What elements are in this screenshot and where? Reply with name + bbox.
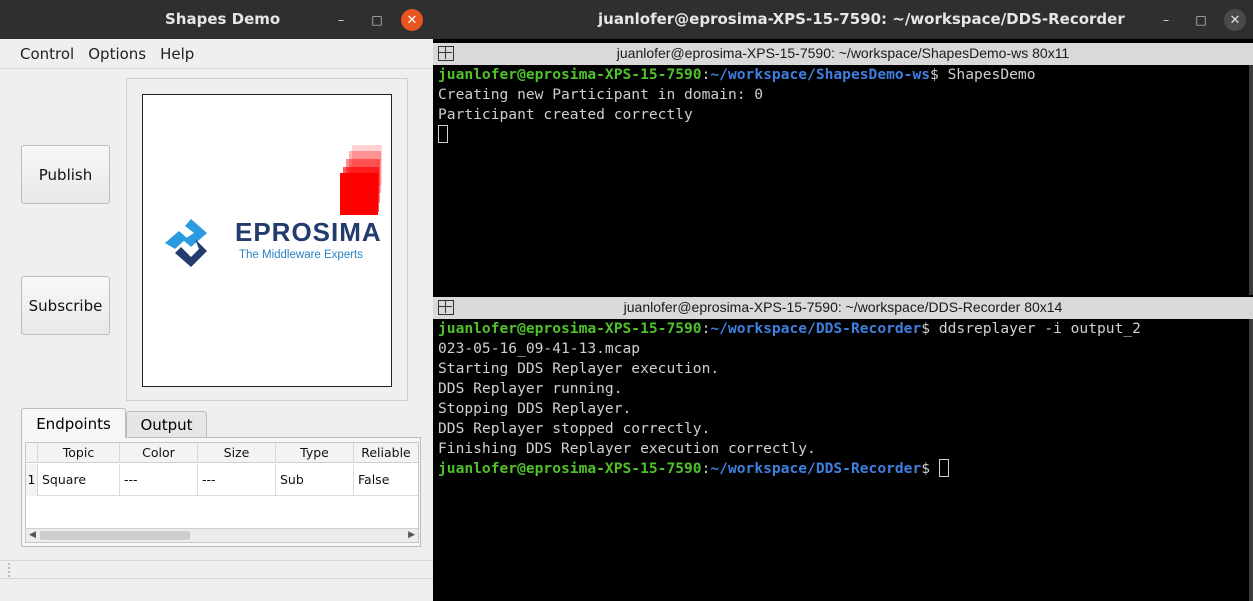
square-shape [340, 173, 378, 215]
bottom-terminal-pane[interactable]: juanlofer@eprosima-XPS-15-7590:~/workspa… [433, 319, 1249, 601]
terminal-line [438, 125, 1249, 145]
terminal-line: Creating new Participant in domain: 0 [438, 86, 764, 103]
terminal-titlebar[interactable]: juanlofer@eprosima-XPS-15-7590: ~/worksp… [433, 0, 1253, 39]
cell-type: Sub [276, 464, 354, 496]
prompt-path: ~/workspace/DDS-Recorder [710, 460, 922, 477]
cell-topic: Square [38, 464, 120, 496]
bottom-pane-title: juanlofer@eprosima-XPS-15-7590: ~/worksp… [623, 299, 1063, 315]
scrollbar-thumb[interactable] [40, 531, 190, 540]
scroll-right-icon[interactable]: ▶ [408, 529, 415, 542]
command-text: ddsreplayer -i output_2 [938, 320, 1141, 337]
column-header-size[interactable]: Size [198, 443, 276, 463]
canvas-frame: EPROSIMA The Middleware Experts [126, 78, 408, 401]
column-header-color[interactable]: Color [120, 443, 198, 463]
row-number: 1 [26, 464, 38, 496]
top-terminal-pane[interactable]: juanlofer@eprosima-XPS-15-7590:~/workspa… [433, 65, 1249, 295]
terminal-minimize-button[interactable]: – [1155, 9, 1177, 31]
logo-wordmark: EPROSIMA [235, 217, 382, 247]
corner-cell [26, 443, 38, 463]
terminal-line: DDS Replayer stopped correctly. [438, 420, 711, 437]
status-bar-bottom [0, 578, 433, 601]
top-pane-scrollbar[interactable] [1249, 65, 1253, 295]
column-header-topic[interactable]: Topic [38, 443, 120, 463]
terminal-maximize-button[interactable]: □ [1190, 9, 1212, 31]
eprosima-logo: EPROSIMA The Middleware Experts [161, 215, 391, 275]
terminal-window-title: juanlofer@eprosima-XPS-15-7590: ~/worksp… [598, 10, 1125, 28]
terminal-line: Participant created correctly [438, 106, 693, 123]
endpoints-panel: Topic Color Size Type Reliable 1 Square … [21, 437, 421, 547]
status-bar [0, 560, 433, 578]
table-header: Topic Color Size Type Reliable [26, 443, 418, 463]
terminal-line: juanlofer@eprosima-XPS-15-7590:~/workspa… [438, 66, 1036, 83]
bottom-pane-header[interactable]: juanlofer@eprosima-XPS-15-7590: ~/worksp… [433, 297, 1253, 319]
terminal-close-button[interactable]: ✕ [1224, 9, 1246, 31]
horizontal-scrollbar[interactable]: ◀ ▶ [26, 528, 418, 542]
table-row[interactable]: 1 Square --- --- Sub False [26, 464, 418, 496]
terminal-line: juanlofer@eprosima-XPS-15-7590:~/workspa… [438, 320, 1141, 337]
terminal-cursor [438, 125, 448, 143]
column-header-reliable[interactable]: Reliable [354, 443, 418, 463]
subscribe-button[interactable]: Subscribe [21, 276, 110, 335]
window-title: Shapes Demo [165, 10, 281, 28]
terminal-line: DDS Replayer running. [438, 380, 623, 397]
prompt-user: juanlofer@eprosima-XPS-15-7590 [438, 460, 702, 477]
maximize-button[interactable]: □ [366, 9, 388, 31]
shapes-canvas[interactable]: EPROSIMA The Middleware Experts [142, 94, 392, 387]
tab-endpoints[interactable]: Endpoints [21, 408, 126, 438]
terminal-line: Finishing DDS Replayer execution correct… [438, 440, 816, 457]
shapes-titlebar[interactable]: Shapes Demo – □ ✕ [0, 0, 433, 39]
eprosima-logo-icon [165, 219, 207, 267]
close-button[interactable]: ✕ [401, 9, 423, 31]
cell-color: --- [120, 464, 198, 496]
top-pane-title: juanlofer@eprosima-XPS-15-7590: ~/worksp… [616, 45, 1070, 61]
cell-size: --- [198, 464, 276, 496]
terminal-window: juanlofer@eprosima-XPS-15-7590: ~/worksp… [433, 0, 1253, 601]
terminal-line: juanlofer@eprosima-XPS-15-7590:~/workspa… [438, 459, 1249, 479]
publish-button[interactable]: Publish [21, 145, 110, 204]
cell-reliable: False [358, 472, 390, 487]
minimize-button[interactable]: – [330, 9, 352, 31]
shapes-demo-window: Shapes Demo – □ ✕ Control Options Help P… [0, 0, 433, 601]
terminal-line: 023-05-16_09-41-13.mcap [438, 340, 641, 357]
scroll-left-icon[interactable]: ◀ [29, 529, 36, 542]
prompt-path: ~/workspace/DDS-Recorder [710, 320, 922, 337]
column-header-type[interactable]: Type [276, 443, 354, 463]
menu-bar: Control Options Help [0, 39, 433, 69]
prompt-path: ~/workspace/ShapesDemo-ws [710, 66, 931, 83]
terminal-line: Stopping DDS Replayer. [438, 400, 632, 417]
logo-tagline: The Middleware Experts [239, 249, 363, 261]
top-pane-header[interactable]: juanlofer@eprosima-XPS-15-7590: ~/worksp… [433, 43, 1253, 65]
menu-options[interactable]: Options [88, 45, 146, 63]
terminal-cursor [938, 459, 949, 477]
endpoints-table[interactable]: Topic Color Size Type Reliable 1 Square … [25, 442, 419, 543]
prompt-user: juanlofer@eprosima-XPS-15-7590 [438, 320, 702, 337]
prompt-user: juanlofer@eprosima-XPS-15-7590 [438, 66, 702, 83]
terminal-line: Starting DDS Replayer execution. [438, 360, 720, 377]
menu-control[interactable]: Control [20, 45, 74, 63]
bottom-pane-scrollbar[interactable] [1249, 319, 1253, 601]
tab-output[interactable]: Output [126, 411, 207, 438]
menu-help[interactable]: Help [160, 45, 194, 63]
command-text: ShapesDemo [947, 66, 1036, 83]
